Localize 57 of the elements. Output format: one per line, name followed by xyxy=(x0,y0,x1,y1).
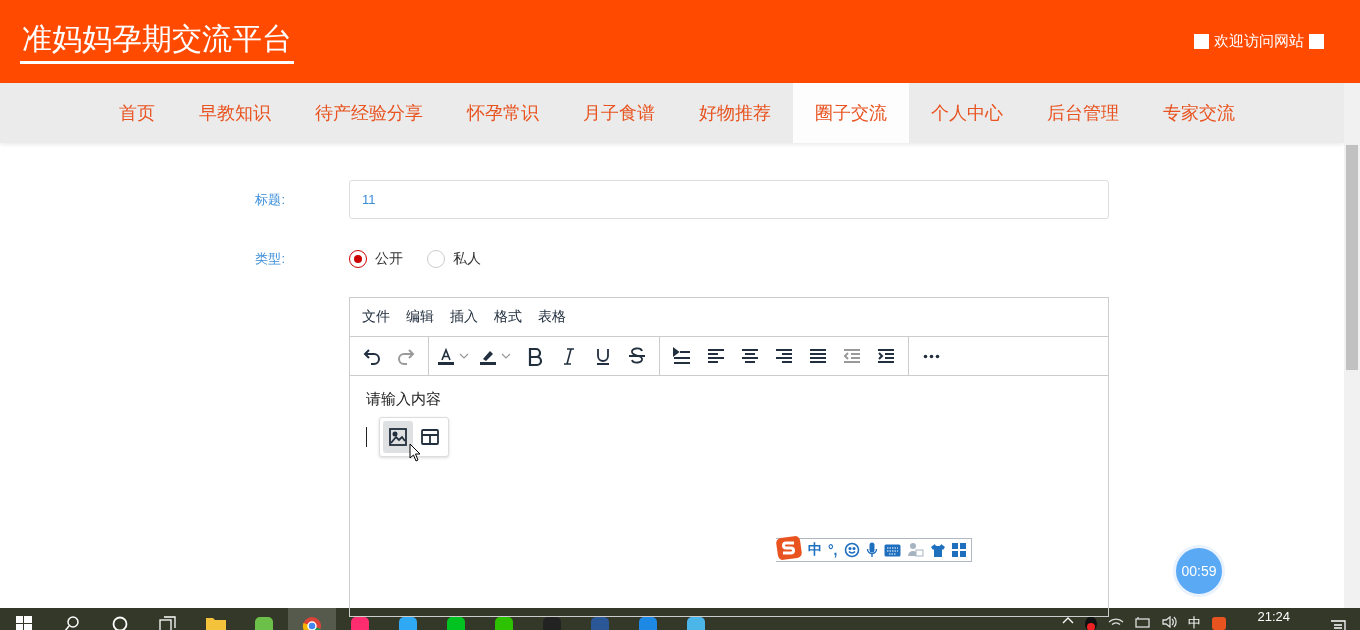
mouse-pointer-icon xyxy=(409,443,421,462)
microphone-icon[interactable] xyxy=(865,542,878,558)
radio-label[interactable]: 私人 xyxy=(453,250,481,268)
editor-content-area[interactable]: 请输入内容 xyxy=(350,376,1108,471)
wifi-icon[interactable] xyxy=(1108,616,1125,628)
scrollbar-thumb[interactable] xyxy=(1346,145,1358,370)
nav-link[interactable]: 月子食谱 xyxy=(561,83,677,143)
nav-link[interactable]: 个人中心 xyxy=(909,83,1025,143)
menu-item[interactable]: 格式 xyxy=(486,308,530,326)
windows-logo-icon xyxy=(16,616,32,630)
folder-icon xyxy=(205,616,227,630)
radio-label[interactable]: 公开 xyxy=(375,250,403,268)
nav-link[interactable]: 后台管理 xyxy=(1025,83,1141,143)
nav-link[interactable]: 早教知识 xyxy=(177,83,293,143)
menu-item[interactable]: 表格 xyxy=(530,308,574,326)
field-label: 标题: xyxy=(254,190,286,209)
lineheight-icon xyxy=(671,345,693,367)
keyboard-icon[interactable] xyxy=(883,543,901,557)
square-icon xyxy=(1194,34,1209,49)
penguin-icon[interactable] xyxy=(1084,616,1099,630)
sogou-tray-icon[interactable] xyxy=(1211,616,1228,630)
nav-link[interactable]: 怀孕常识 xyxy=(445,83,561,143)
square-icon xyxy=(1309,34,1324,49)
more-icon xyxy=(922,353,940,359)
grid-icon[interactable] xyxy=(951,543,966,557)
menu-item[interactable]: 插入 xyxy=(442,308,486,326)
text-cursor xyxy=(366,427,367,447)
menu-item[interactable]: 编辑 xyxy=(398,308,442,326)
field-label: 类型: xyxy=(254,250,286,268)
search-icon xyxy=(64,616,80,630)
chevron-up-icon[interactable] xyxy=(1062,616,1075,624)
scrollbar[interactable] xyxy=(1344,83,1360,608)
battery-icon[interactable] xyxy=(1134,616,1153,628)
notification-icon[interactable] xyxy=(1330,620,1346,630)
nav-link[interactable]: 专家交流 xyxy=(1141,83,1257,143)
table-icon xyxy=(420,427,440,447)
image-icon xyxy=(388,427,408,447)
smiley-icon[interactable] xyxy=(843,542,860,558)
welcome-text: 欢迎访问网站 xyxy=(1214,32,1304,51)
ime-mode[interactable]: 中 xyxy=(808,541,822,559)
nav-link[interactable]: 首页 xyxy=(97,83,177,143)
nav-link[interactable]: 圈子交流 xyxy=(793,83,909,143)
shirt-icon[interactable] xyxy=(929,542,946,558)
browser-icon xyxy=(302,616,322,630)
menu-item[interactable]: 文件 xyxy=(354,308,398,326)
insert-image-button[interactable] xyxy=(383,421,413,453)
speaker-icon[interactable] xyxy=(1162,616,1179,628)
title-input[interactable]: 11 xyxy=(349,180,1109,219)
task-view-icon xyxy=(159,616,177,630)
nav-link[interactable]: 待产经验分享 xyxy=(293,83,445,143)
input-language[interactable]: 中 xyxy=(1188,616,1202,630)
clock-time[interactable]: 21:24 xyxy=(1257,610,1290,623)
site-title: 准妈妈孕期交流平台 xyxy=(20,19,294,64)
taskbar-button[interactable] xyxy=(288,608,336,630)
ime-punctuation[interactable]: °, xyxy=(828,542,838,558)
nav-link[interactable]: 好物推荐 xyxy=(677,83,793,143)
editor-placeholder: 请输入内容 xyxy=(366,390,442,409)
